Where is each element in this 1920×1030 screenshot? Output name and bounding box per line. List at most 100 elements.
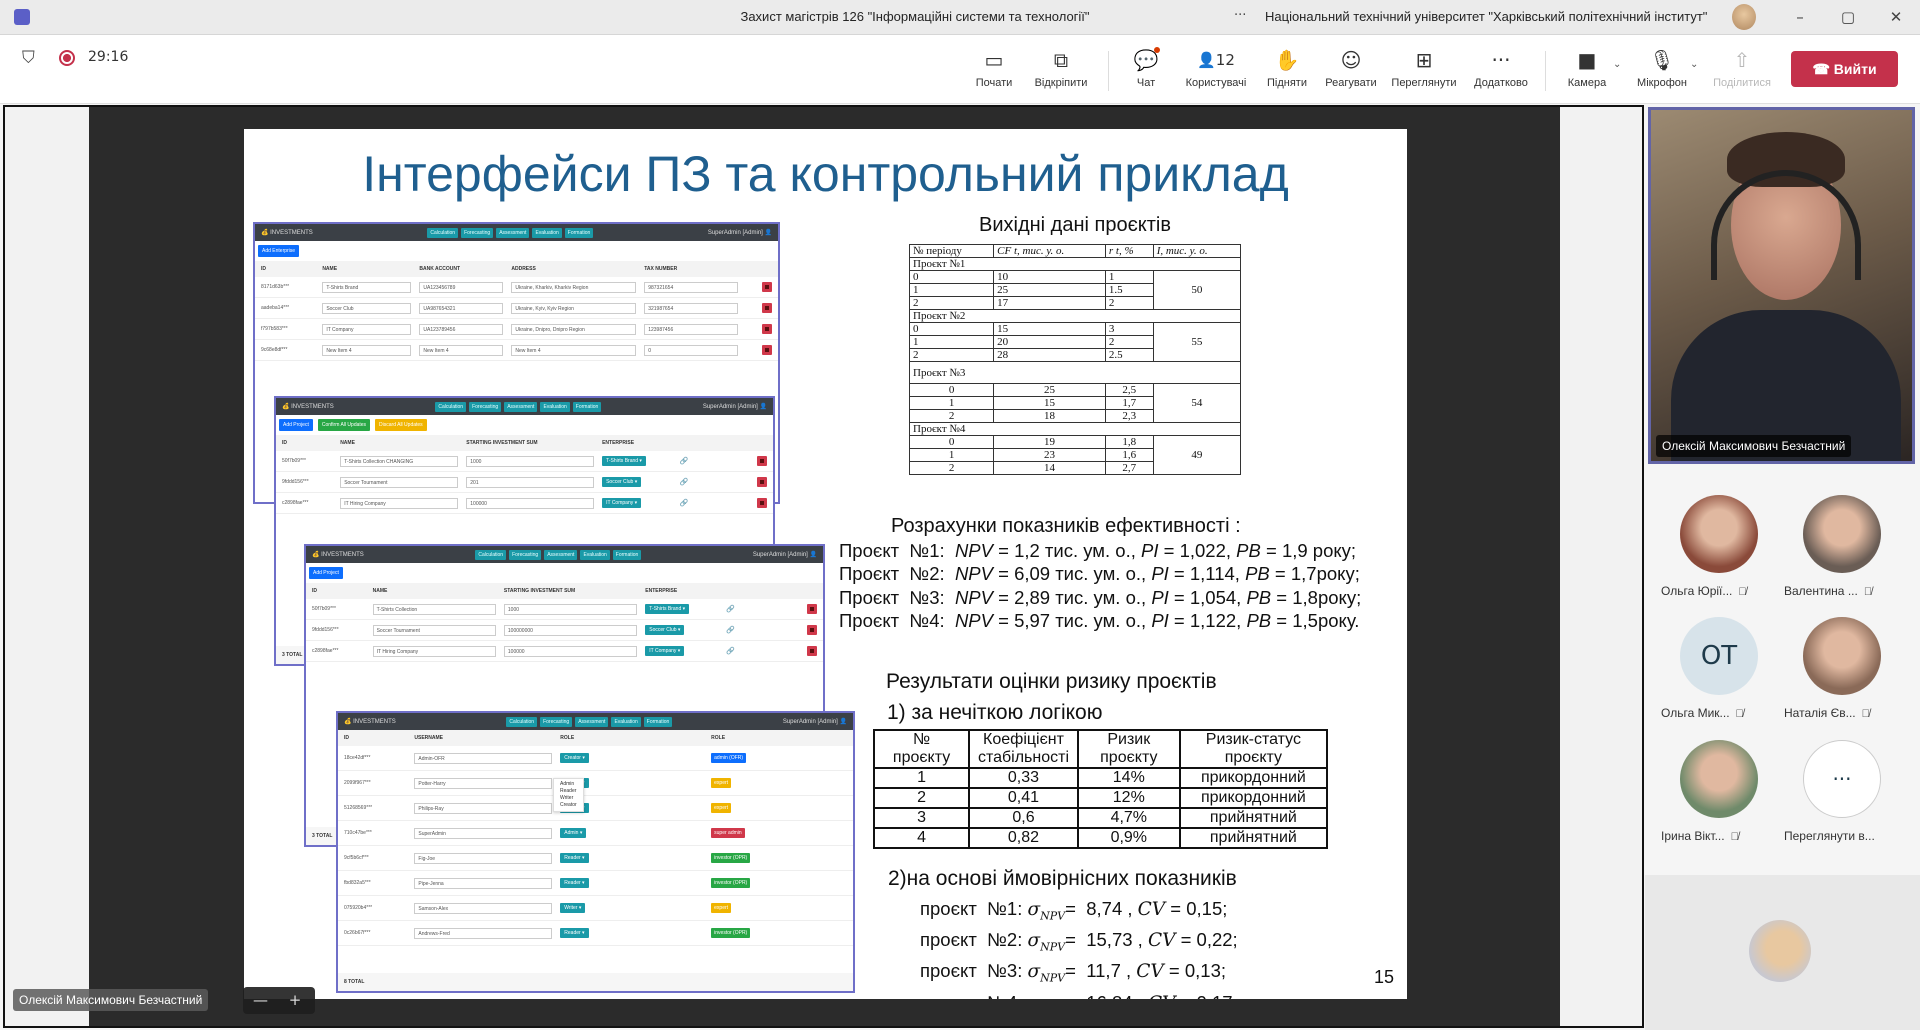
row-input[interactable]: 100000 — [503, 645, 638, 657]
delete-button[interactable] — [806, 625, 817, 635]
delete-button[interactable] — [761, 324, 772, 334]
nav-formation[interactable]: Formation — [564, 227, 594, 238]
nav-assessment[interactable]: Assessment — [575, 716, 609, 727]
row-input[interactable]: Ukraine, Dnipro, Dnipro Region — [511, 323, 637, 335]
row-input[interactable]: UA123456789 — [419, 281, 504, 293]
raise-hand-button[interactable]: ✋ Підняти — [1252, 47, 1322, 89]
people-button[interactable]: 👤12 Користувачі — [1181, 47, 1251, 89]
participant-avatar[interactable] — [1803, 617, 1881, 695]
nav-formation[interactable]: Formation — [572, 401, 602, 412]
row-input[interactable]: Soccer Tournament — [340, 476, 459, 488]
close-button[interactable]: ✕ — [1883, 6, 1909, 28]
nav-calculation[interactable]: Calculation — [427, 227, 459, 238]
row-input[interactable]: UA987654321 — [419, 302, 504, 314]
row-dropdown[interactable]: Admin ▾ — [560, 828, 587, 838]
dropdown-option[interactable]: Writer — [560, 795, 577, 802]
nav-calculation[interactable]: Calculation — [506, 716, 538, 727]
delete-button[interactable] — [761, 303, 772, 313]
row-input[interactable]: Admin-OFR — [414, 752, 553, 764]
add-enterprise-button[interactable]: Add Enterprise — [258, 245, 300, 257]
view-button[interactable]: ⊞ Переглянути — [1389, 47, 1459, 89]
camera-button[interactable]: ■ Камера — [1552, 47, 1622, 89]
discard-all-updates-button[interactable]: Discard All Updates — [375, 419, 427, 431]
row-input[interactable]: Soccer Tournament — [372, 624, 496, 636]
nav-evaluation[interactable]: Evaluation — [540, 401, 570, 412]
nav-forecasting[interactable]: Forecasting — [509, 549, 542, 560]
link-icon[interactable]: 🔗 — [726, 647, 787, 655]
zoom-out-button[interactable]: — — [253, 991, 268, 1009]
minimize-button[interactable]: – — [1787, 6, 1813, 28]
row-dropdown[interactable]: T-Shirts Brand ▾ — [645, 604, 690, 614]
pop-out-button[interactable]: ⧉ Відкріпити — [1026, 47, 1096, 89]
chat-button[interactable]: 💬 Чат — [1111, 47, 1181, 89]
row-input[interactable]: 100000000 — [503, 624, 638, 636]
row-input[interactable]: 1000 — [503, 603, 638, 615]
row-dropdown[interactable]: IT Company ▾ — [602, 498, 642, 508]
row-input[interactable]: IT Hiring Company — [340, 497, 459, 509]
row-input[interactable]: New Item 4 — [419, 344, 504, 356]
delete-button[interactable] — [756, 477, 767, 487]
app-user[interactable]: SuperAdmin [Admin] 👤 — [703, 403, 767, 410]
add-project-button[interactable]: Add Project — [279, 419, 313, 431]
row-input[interactable]: T-Shirts Brand — [322, 281, 412, 293]
row-dropdown[interactable]: Writer ▾ — [560, 903, 586, 913]
delete-button[interactable] — [806, 604, 817, 614]
participant-avatar[interactable] — [1680, 740, 1758, 818]
row-input[interactable]: Ukraine, Kyiv, Kyiv Region — [511, 302, 637, 314]
link-icon[interactable]: 🔗 — [680, 457, 738, 465]
participant-avatar[interactable] — [1803, 495, 1881, 573]
delete-button[interactable] — [756, 456, 767, 466]
row-dropdown[interactable]: IT Company ▾ — [645, 646, 685, 656]
row-input[interactable]: Potter-Harry — [414, 777, 553, 789]
row-input[interactable]: 201 — [466, 476, 595, 488]
row-input[interactable]: Samson-Alex — [414, 902, 553, 914]
dropdown-option[interactable]: Admin — [560, 781, 577, 788]
nav-formation[interactable]: Formation — [643, 716, 673, 727]
row-input[interactable]: Ukraine, Kharkiv, Kharkiv Region — [511, 281, 637, 293]
row-input[interactable]: 100000 — [466, 497, 595, 509]
nav-evaluation[interactable]: Evaluation — [611, 716, 641, 727]
nav-evaluation[interactable]: Evaluation — [580, 549, 610, 560]
row-input[interactable]: IT Hiring Company — [372, 645, 496, 657]
delete-button[interactable] — [806, 646, 817, 656]
share-button[interactable]: ⇧ Поділитися — [1707, 47, 1777, 89]
nav-forecasting[interactable]: Forecasting — [540, 716, 573, 727]
row-input[interactable]: New Item 4 — [322, 344, 412, 356]
row-dropdown[interactable]: Reader ▾ — [560, 878, 589, 888]
nav-assessment[interactable]: Assessment — [496, 227, 530, 238]
nav-calculation[interactable]: Calculation — [475, 549, 507, 560]
view-all-participants-button[interactable]: ··· — [1803, 740, 1881, 818]
row-input[interactable]: 0 — [644, 344, 739, 356]
row-input[interactable]: IT Company — [322, 323, 412, 335]
delete-button[interactable] — [756, 498, 767, 508]
row-input[interactable]: New Item 4 — [511, 344, 637, 356]
row-input[interactable]: Philips-Ray — [414, 802, 553, 814]
link-icon[interactable]: 🔗 — [680, 499, 738, 507]
microphone-button[interactable]: 🎙 Мікрофон — [1627, 47, 1697, 89]
nav-evaluation[interactable]: Evaluation — [532, 227, 562, 238]
row-dropdown[interactable]: Reader ▾ — [560, 928, 589, 938]
row-input[interactable]: T-Shirts Collection CHANGING — [340, 455, 459, 467]
delete-button[interactable] — [761, 282, 772, 292]
row-dropdown[interactable]: Soccer Club ▾ — [645, 625, 685, 635]
more-options-button[interactable]: ··· — [1234, 8, 1246, 23]
camera-options-chevron-icon[interactable]: ⌄ — [1613, 59, 1621, 70]
participant-avatar[interactable] — [1680, 495, 1758, 573]
nav-assessment[interactable]: Assessment — [544, 549, 578, 560]
add-project-button[interactable]: Add Project — [309, 567, 343, 579]
dropdown-option[interactable]: Creator — [560, 802, 577, 809]
row-input[interactable]: T-Shirts Collection — [372, 603, 496, 615]
row-input[interactable]: Andrews-Fred — [414, 927, 553, 939]
row-dropdown[interactable]: Reader ▾ — [560, 853, 589, 863]
leave-button[interactable]: ☎ Вийти — [1791, 51, 1898, 87]
nav-forecasting[interactable]: Forecasting — [469, 401, 502, 412]
row-dropdown[interactable]: Soccer Club ▾ — [602, 477, 642, 487]
link-icon[interactable]: 🔗 — [726, 605, 787, 613]
react-button[interactable]: ☺ Реагувати — [1316, 47, 1386, 89]
row-input[interactable]: UA123789456 — [419, 323, 504, 335]
nav-formation[interactable]: Formation — [612, 549, 642, 560]
app-user[interactable]: SuperAdmin [Admin] 👤 — [783, 718, 847, 725]
app-user[interactable]: SuperAdmin [Admin] 👤 — [708, 229, 772, 236]
more-actions-button[interactable]: ··· Додатково — [1466, 47, 1536, 89]
row-input[interactable]: Fig-Joe — [414, 852, 553, 864]
